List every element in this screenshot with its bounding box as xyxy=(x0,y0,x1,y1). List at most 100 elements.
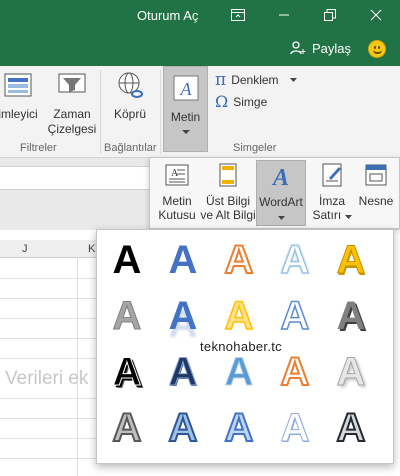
svg-text:A: A xyxy=(271,165,289,189)
wordart-sample: A xyxy=(168,238,198,282)
header-footer-icon xyxy=(219,163,237,187)
wordart-sample: A xyxy=(224,238,255,282)
wordart-style-6[interactable]: A xyxy=(102,288,152,344)
wordart-sample: A xyxy=(336,350,366,394)
watermark-text: teknohaber.tc xyxy=(200,339,282,354)
signature-line-button[interactable]: İmza Satırı xyxy=(310,160,354,226)
chevron-down-icon xyxy=(277,216,285,220)
column-header-k[interactable]: K xyxy=(88,243,95,255)
chevron-down-icon xyxy=(289,78,297,82)
wordart-style-17[interactable]: A xyxy=(158,400,208,456)
wordart-sample: A xyxy=(168,406,199,450)
wordart-sample: A xyxy=(224,350,254,394)
wordart-sample: A xyxy=(168,294,198,338)
minimize-button[interactable] xyxy=(270,4,298,26)
grid-line xyxy=(77,258,78,476)
wordart-sample: A xyxy=(336,294,366,338)
restore-icon xyxy=(324,9,336,21)
globe-link-icon xyxy=(118,72,143,98)
wordart-sample: A xyxy=(112,294,142,338)
wordart-sample: A xyxy=(112,406,143,450)
grid-line xyxy=(0,298,96,299)
wordart-sample: A xyxy=(280,294,310,338)
wordart-style-20[interactable]: A xyxy=(326,400,376,456)
wordart-style-10[interactable]: A xyxy=(326,288,376,344)
wordart-style-7[interactable]: A xyxy=(158,288,208,344)
svg-text:A: A xyxy=(179,79,192,99)
group-label-filters: Filtreler xyxy=(20,142,57,154)
text-box-label-1: Metin xyxy=(162,194,192,208)
wordart-style-11[interactable]: A xyxy=(102,344,152,400)
symbol-button[interactable]: Ω Simge xyxy=(215,92,267,111)
text-label: Metin xyxy=(170,110,201,124)
wordart-style-2[interactable]: A xyxy=(158,232,208,288)
sign-in-link[interactable]: Oturum Aç xyxy=(137,8,198,23)
group-separator xyxy=(160,70,161,154)
grid-line xyxy=(0,318,96,319)
header-footer-button[interactable]: Üst Bilgi ve Alt Bilgi xyxy=(200,160,256,226)
grid-line xyxy=(0,438,96,439)
text-dropdown-panel: A Metin Kutusu Üst Bilgi ve Alt Bilgi A … xyxy=(149,157,400,229)
object-label: Nesne xyxy=(358,194,394,208)
wordart-sample: A xyxy=(168,350,198,394)
wordart-sample: A xyxy=(280,406,310,450)
title-bar: Oturum Aç Paylaş xyxy=(0,0,400,66)
wordart-button[interactable]: A WordArt xyxy=(256,160,306,226)
close-button[interactable] xyxy=(362,4,390,26)
wordart-style-4[interactable]: A xyxy=(270,232,320,288)
wordart-style-5[interactable]: A xyxy=(326,232,376,288)
group-separator xyxy=(100,70,101,154)
timeline-icon xyxy=(58,73,86,93)
wordart-style-8[interactable]: A xyxy=(214,288,264,344)
formula-bar[interactable] xyxy=(0,166,150,190)
pi-icon: π xyxy=(215,70,227,90)
equation-label: Denklem xyxy=(231,73,279,87)
text-button[interactable]: A Metin xyxy=(163,66,208,152)
group-label-links: Bağlantılar xyxy=(104,142,157,154)
slicer-button[interactable]: imleyici xyxy=(0,70,42,122)
signature-line-label-1: İmza xyxy=(318,194,345,208)
wordart-sample: A xyxy=(224,294,254,338)
timeline-label-1: Zaman xyxy=(53,107,91,121)
text-box-label-2: Kutusu xyxy=(158,208,196,222)
wordart-style-16[interactable]: A xyxy=(102,400,152,456)
close-icon xyxy=(370,9,382,21)
wordart-sample: A xyxy=(112,350,142,394)
object-icon xyxy=(365,164,387,186)
object-button[interactable]: Nesne xyxy=(354,160,398,226)
ribbon-display-icon xyxy=(231,9,245,21)
grid-line xyxy=(0,358,96,359)
timeline-button[interactable]: Zaman Çizelgesi xyxy=(44,70,100,137)
text-box-button[interactable]: A Metin Kutusu xyxy=(154,160,200,226)
worksheet-placeholder-text: Verileri ek xyxy=(5,368,89,389)
wordart-sample: A xyxy=(280,350,311,394)
grid-line xyxy=(0,338,96,339)
wordart-style-15[interactable]: A xyxy=(326,344,376,400)
omega-icon: Ω xyxy=(215,92,229,111)
signature-line-label-2: Satırı xyxy=(310,208,354,222)
equation-button[interactable]: π Denklem xyxy=(215,70,297,90)
ribbon: imleyici Zaman Çizelgesi Köprü A Metin π… xyxy=(0,66,400,158)
wordart-style-9[interactable]: A xyxy=(270,288,320,344)
grid-line xyxy=(0,418,96,419)
wordart-style-3[interactable]: A xyxy=(214,232,264,288)
link-button[interactable]: Köprü xyxy=(106,70,154,122)
grid-line xyxy=(0,458,96,459)
restore-button[interactable] xyxy=(316,4,344,26)
signature-pen-icon xyxy=(322,163,342,187)
grid-line xyxy=(0,398,96,399)
wordart-style-18[interactable]: A xyxy=(214,400,264,456)
chevron-down-icon xyxy=(344,215,352,219)
ribbon-display-options-button[interactable] xyxy=(224,4,252,26)
signature-line-label-text: Satırı xyxy=(312,208,342,222)
text-box-icon: A xyxy=(165,164,189,186)
wordart-sample: A xyxy=(112,238,142,282)
share-button[interactable]: Paylaş xyxy=(290,40,351,56)
wordart-style-19[interactable]: A xyxy=(270,400,320,456)
share-label: Paylaş xyxy=(312,40,352,56)
feedback-smiley-icon[interactable] xyxy=(368,40,386,58)
timeline-label-2: Çizelgesi xyxy=(47,122,97,136)
column-header-j[interactable]: J xyxy=(22,243,28,255)
wordart-style-1[interactable]: A xyxy=(102,232,152,288)
link-label: Köprü xyxy=(113,107,147,121)
